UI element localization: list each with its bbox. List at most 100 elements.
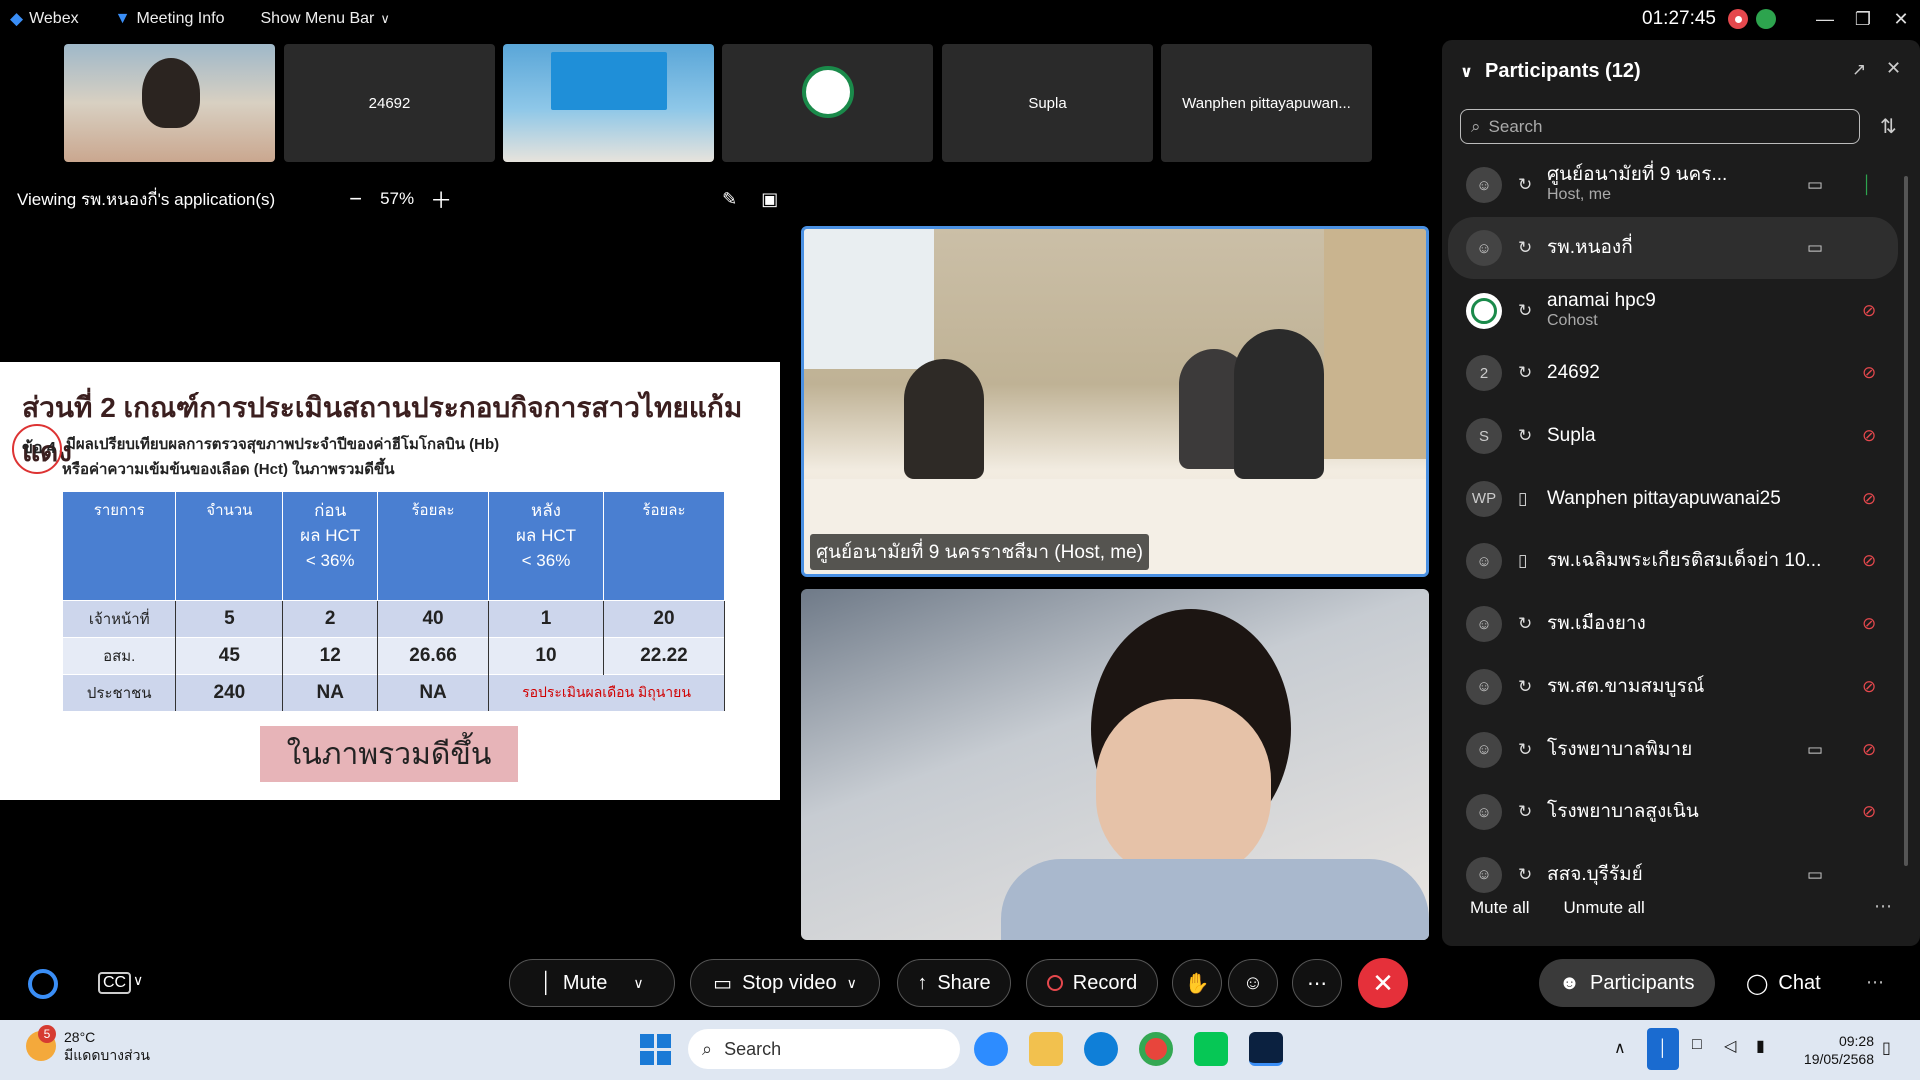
table-cell: 10	[488, 636, 604, 674]
mic-muted-icon[interactable]: ⊘	[1862, 614, 1876, 634]
unmute-all-button[interactable]: Unmute all	[1564, 898, 1645, 918]
close-icon[interactable]: ✕	[1882, 9, 1920, 30]
view-options-icon[interactable]: ▣	[761, 189, 778, 210]
table-cell: 40	[377, 599, 490, 637]
thumbnail-logo[interactable]	[722, 44, 933, 162]
main-video-tile[interactable]: ศูนย์อนามัยที่ 9 นครราชสีมา (Host, me)	[801, 226, 1429, 577]
meeting-info-button[interactable]: ▼ Meeting Info	[115, 10, 225, 28]
chevron-down-icon[interactable]: ∨	[133, 972, 143, 989]
taskbar-clock[interactable]: 09:28 19/05/2568	[1804, 1032, 1874, 1068]
chevron-down-icon[interactable]: ∨	[633, 975, 643, 992]
captions-icon[interactable]: CC	[98, 972, 132, 994]
restore-icon[interactable]: ❐	[1844, 9, 1882, 30]
webex-logo-area[interactable]: ◆ Webex	[10, 9, 79, 29]
file-explorer-icon[interactable]	[1029, 1032, 1063, 1066]
panel-footer: Mute all Unmute all	[1470, 898, 1645, 918]
camera-icon: ▭	[713, 972, 733, 995]
battery-icon[interactable]: ▮	[1756, 1036, 1765, 1056]
ministry-logo-icon	[801, 66, 854, 118]
mic-muted-icon[interactable]: ⊘	[1862, 551, 1876, 571]
webex-assistant-icon[interactable]	[28, 969, 58, 999]
share-label: Share	[937, 971, 991, 994]
search-icon: ⌕	[702, 1038, 713, 1059]
thumbnail-24692[interactable]: 24692	[284, 44, 495, 162]
secondary-video-tile[interactable]	[801, 589, 1429, 940]
table-header: ก่อน ผล HCT < 36%	[282, 492, 379, 600]
close-panel-icon[interactable]: ✕	[1886, 58, 1901, 79]
participant-name: รพ.สต.ขามสมบูรณ์	[1547, 675, 1705, 697]
share-button[interactable]: ↑ Share	[897, 959, 1011, 1007]
chat-button[interactable]: ◯ Chat	[1726, 959, 1841, 1007]
annotate-icon[interactable]: ✎	[722, 189, 737, 210]
mute-all-button[interactable]: Mute all	[1470, 898, 1530, 918]
weather-widget[interactable]: 5 28°C มีแดดบางส่วน	[26, 1025, 150, 1064]
sync-icon: ↻	[1518, 614, 1533, 634]
search-placeholder: Search	[1488, 116, 1543, 136]
avatar-initials: 2	[1466, 355, 1502, 392]
thumbnail-video-1[interactable]	[64, 44, 275, 162]
mic-active-icon[interactable]: │	[1862, 175, 1873, 195]
sync-icon: ↻	[1518, 238, 1533, 258]
zoom-out-button[interactable]: −	[349, 186, 362, 212]
mic-muted-icon[interactable]: ⊘	[1862, 740, 1876, 760]
mute-button[interactable]: │ Mute ∨	[509, 959, 675, 1007]
thumbnail-supla[interactable]: Supla	[942, 44, 1153, 162]
participant-search-input[interactable]: ⌕ Search	[1460, 109, 1860, 144]
mic-muted-icon[interactable]: ⊘	[1862, 489, 1876, 509]
reactions-button[interactable]: ☺	[1228, 959, 1278, 1007]
zoom-in-button[interactable]: ＋	[430, 183, 452, 215]
thumbnail-video-2[interactable]	[503, 44, 714, 162]
participant-row[interactable]: ☺ ↻ รพ.เมืองยาง ⊘	[1448, 593, 1898, 656]
participant-name: รพ.หนองกี่	[1547, 237, 1633, 259]
participants-icon: ☻	[1559, 971, 1581, 994]
item-label: ข้อ 4	[22, 440, 56, 457]
mic-in-use-icon[interactable]: │	[1647, 1028, 1679, 1070]
stop-video-button[interactable]: ▭ Stop video ∨	[690, 959, 880, 1007]
minimize-icon[interactable]: —	[1806, 9, 1844, 30]
chevron-down-icon[interactable]: ∨	[847, 975, 857, 992]
line-app-icon[interactable]	[1194, 1032, 1228, 1066]
chevron-down-icon[interactable]: ∨	[1460, 62, 1473, 82]
participants-button[interactable]: ☻ Participants	[1539, 959, 1715, 1007]
edge-icon[interactable]	[1084, 1032, 1118, 1066]
participant-row[interactable]: WP ▯ Wanphen pittayapuwanai25 ⊘	[1448, 467, 1898, 530]
volume-icon[interactable]: ◁	[1724, 1036, 1736, 1056]
more-options-icon[interactable]: ⋯	[1874, 896, 1892, 917]
end-call-button[interactable]: ✕	[1358, 958, 1408, 1008]
chevron-up-icon[interactable]: ∧	[1614, 1038, 1626, 1058]
participants-header[interactable]: ∨ Participants (12)	[1460, 60, 1641, 83]
mic-muted-icon[interactable]: ⊘	[1862, 802, 1876, 822]
record-button[interactable]: Record	[1026, 959, 1158, 1007]
participant-row[interactable]: ☺ ↻ รพ.หนองกี่ ▭	[1448, 216, 1898, 280]
thumbnail-wanphen[interactable]: Wanphen pittayapuwan...	[1161, 44, 1372, 162]
popout-icon[interactable]: ↗	[1852, 60, 1866, 80]
raise-hand-button[interactable]: ✋	[1172, 959, 1222, 1007]
sort-icon[interactable]: ⇅	[1880, 114, 1897, 139]
smiley-icon: ☺	[1242, 971, 1264, 994]
participant-row[interactable]: ☺ ↻ โรงพยาบาลสูงเนิน ⊘	[1448, 781, 1898, 844]
windows-start-icon[interactable]	[638, 1032, 672, 1066]
participant-row[interactable]: ☺ ↻ สสจ.บุรีรัมย์ ▭	[1448, 844, 1898, 907]
participant-row[interactable]: ☺ ↻ ศูนย์อนามัยที่ 9 นคร... Host, me ▭ │	[1448, 154, 1898, 217]
participant-row[interactable]: S ↻ Supla ⊘	[1448, 405, 1898, 468]
mic-muted-icon[interactable]: ⊘	[1862, 363, 1876, 383]
more-options-button[interactable]: ⋯	[1292, 959, 1342, 1007]
participant-row[interactable]: ☺ ↻ โรงพยาบาลพิมาย ▭ ⊘	[1448, 718, 1898, 781]
participant-row[interactable]: ☺ ▯ รพ.เฉลิมพระเกียรติสมเด็จย่า 10... ⊘	[1448, 530, 1898, 593]
mic-muted-icon[interactable]: ⊘	[1862, 426, 1876, 446]
network-health-icon[interactable]	[1756, 9, 1776, 29]
notification-icon[interactable]: ▯	[1882, 1038, 1891, 1058]
chrome-icon[interactable]	[1139, 1032, 1173, 1066]
participant-scrollbar[interactable]	[1904, 176, 1908, 866]
network-icon[interactable]: □	[1692, 1036, 1702, 1054]
participant-row[interactable]: 2 ↻ 24692 ⊘	[1448, 342, 1898, 405]
zoom-app-icon[interactable]	[974, 1032, 1008, 1066]
participant-row[interactable]: ☺ ↻ รพ.สต.ขามสมบูรณ์ ⊘	[1448, 656, 1898, 719]
mic-muted-icon[interactable]: ⊘	[1862, 301, 1876, 321]
webex-app-icon[interactable]	[1249, 1032, 1283, 1066]
more-options-icon[interactable]: ⋯	[1866, 972, 1884, 993]
mic-muted-icon[interactable]: ⊘	[1862, 677, 1876, 697]
show-menu-bar-button[interactable]: Show Menu Bar ∨	[261, 10, 390, 28]
taskbar-search[interactable]: ⌕ Search	[688, 1029, 960, 1069]
participant-row[interactable]: ↻ anamai hpc9 Cohost ⊘	[1448, 279, 1898, 342]
